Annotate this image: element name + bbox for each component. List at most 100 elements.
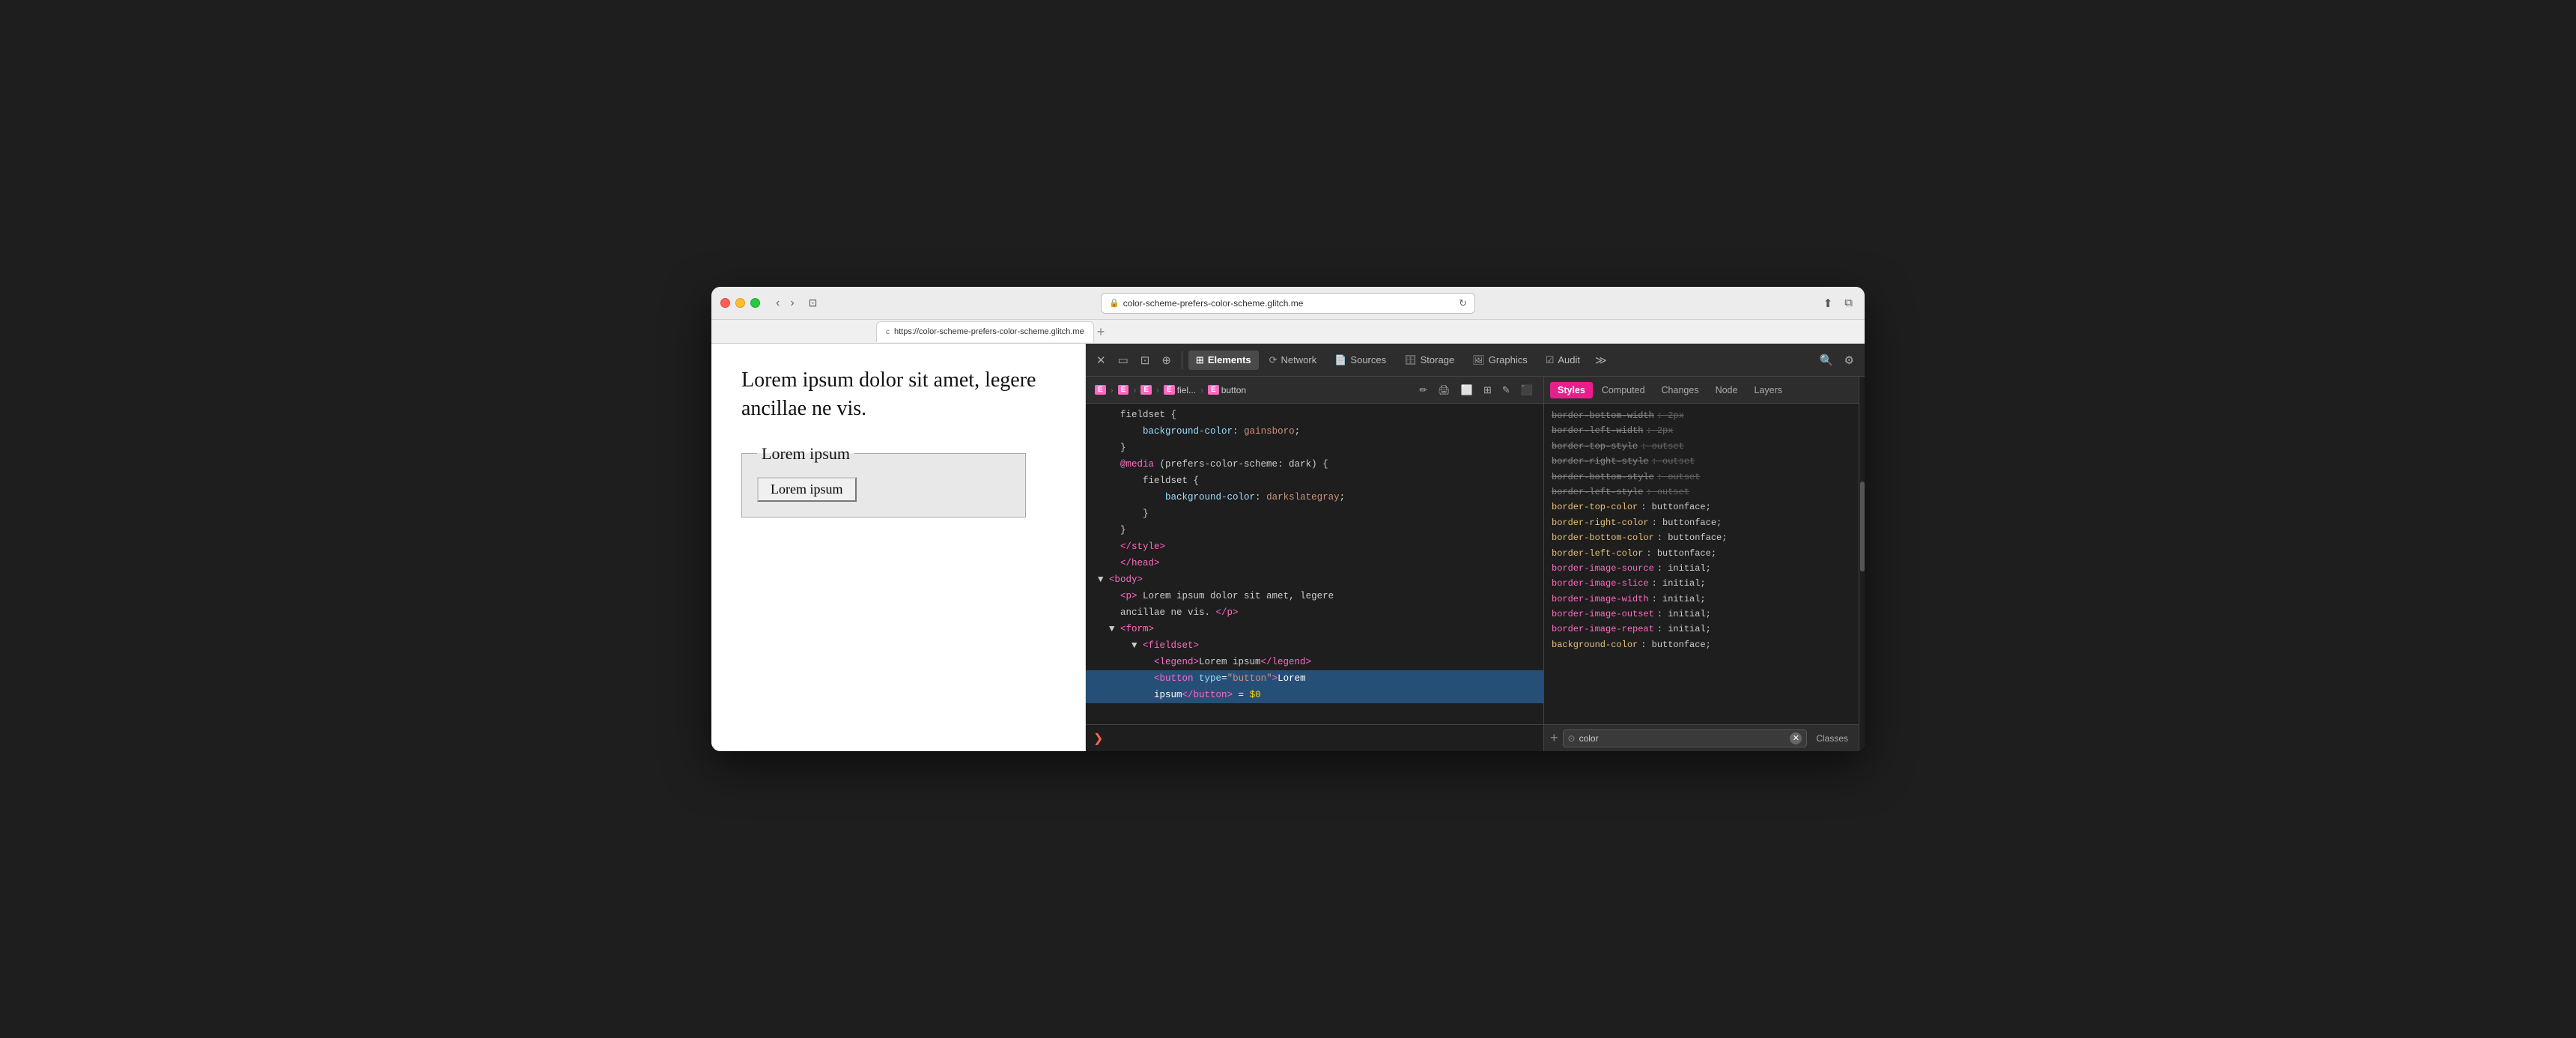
tree-line[interactable]: background-color: gainsboro;: [1086, 423, 1543, 440]
breadcrumb-square-icon[interactable]: ⬜: [1456, 381, 1477, 399]
tree-line[interactable]: }: [1086, 522, 1543, 538]
tab-changes[interactable]: Changes: [1654, 382, 1707, 398]
breadcrumb-sep-3: ›: [1156, 385, 1159, 395]
devtools-undock-button[interactable]: ⊡: [1136, 350, 1155, 370]
console-input[interactable]: [1111, 733, 1536, 744]
sidebar-toggle-button[interactable]: ⊡: [804, 295, 822, 311]
close-button[interactable]: [720, 298, 730, 308]
back-button[interactable]: ‹: [772, 295, 783, 312]
tab-elements[interactable]: ⊞ Elements: [1188, 350, 1259, 370]
tree-line[interactable]: </head>: [1086, 555, 1543, 571]
scrollbar-thumb[interactable]: [1860, 482, 1865, 571]
breadcrumb-grid-icon[interactable]: ⊞: [1479, 381, 1496, 399]
tree-line[interactable]: ancillae ne vis. </p>: [1086, 604, 1543, 621]
tree-line[interactable]: fieldset {: [1086, 407, 1543, 423]
prop-val-border-right-color: : buttonface;: [1652, 515, 1722, 530]
prop-val-border-bottom-color: : buttonface;: [1657, 530, 1728, 545]
prop-val-background-color: : buttonface;: [1641, 637, 1711, 652]
minimize-button[interactable]: [735, 298, 745, 308]
tab-audit[interactable]: ☑ Audit: [1538, 350, 1588, 370]
style-prop: border-image-repeat : initial;: [1552, 622, 1851, 637]
tree-line[interactable]: fieldset {: [1086, 473, 1543, 489]
filter-search-icon: ⊙: [1568, 733, 1576, 744]
breadcrumb-inspect-icon[interactable]: 🖨: [1433, 381, 1455, 399]
scrollbar[interactable]: [1859, 377, 1865, 751]
tab-computed[interactable]: Computed: [1594, 382, 1653, 398]
tree-line[interactable]: @media (prefers-color-scheme: dark) {: [1086, 456, 1543, 473]
tree-line-selected-2[interactable]: ipsum</button> = $0: [1086, 687, 1543, 703]
prop-name-border-right-color: border-right-color: [1552, 515, 1649, 530]
breadcrumb-item-5[interactable]: E button: [1205, 383, 1249, 397]
devtools-search-button[interactable]: 🔍: [1815, 350, 1838, 370]
prop-name-border-bottom-style: border-bottom-style: [1552, 470, 1654, 485]
tree-line[interactable]: background-color: darkslategray;: [1086, 489, 1543, 506]
prop-name-border-left-width: border-left-width: [1552, 423, 1643, 438]
filter-clear-button[interactable]: ✕: [1790, 732, 1802, 744]
fieldset-demo: Lorem ipsum Lorem ipsum: [741, 444, 1026, 518]
tab-storage[interactable]: 🗄 Storage: [1397, 350, 1462, 370]
tree-line[interactable]: <legend>Lorem ipsum</legend>: [1086, 654, 1543, 670]
tree-line[interactable]: }: [1086, 440, 1543, 456]
tab-layers[interactable]: Layers: [1746, 382, 1790, 398]
title-bar: ‹ › ⊡ 🔒 color-scheme-prefers-color-schem…: [711, 287, 1865, 320]
tree-line[interactable]: ▼ <form>: [1086, 621, 1543, 637]
browser-tab[interactable]: c https://color-scheme-prefers-color-sch…: [876, 321, 1094, 342]
breadcrumb-tag-1: E: [1095, 385, 1106, 395]
breadcrumb-close-red-icon[interactable]: ⬛: [1516, 381, 1537, 399]
new-window-button[interactable]: ⧉: [1841, 295, 1856, 311]
more-tabs-button[interactable]: ≫: [1591, 350, 1611, 370]
demo-button[interactable]: Lorem ipsum: [757, 477, 857, 502]
style-prop: border-bottom-style : outset: [1552, 470, 1851, 485]
reload-button[interactable]: ↻: [1459, 297, 1467, 309]
share-button[interactable]: ⬆: [1820, 295, 1836, 312]
breadcrumb-item-1[interactable]: E: [1092, 383, 1109, 396]
page-content: Lorem ipsum dolor sit amet, legere ancil…: [711, 344, 1086, 751]
tree-line[interactable]: }: [1086, 506, 1543, 522]
console-arrow-icon: ❯: [1093, 731, 1103, 746]
address-bar[interactable]: 🔒 color-scheme-prefers-color-scheme.glit…: [1101, 293, 1475, 314]
tab-graphics[interactable]: 🖼 Graphics: [1465, 350, 1535, 370]
tree-line[interactable]: ▼ <fieldset>: [1086, 637, 1543, 654]
storage-tab-icon: 🗄: [1404, 354, 1417, 366]
tree-line[interactable]: <p> Lorem ipsum dolor sit amet, legere: [1086, 588, 1543, 604]
elements-tree[interactable]: fieldset { background-color: gainsboro; …: [1086, 404, 1543, 724]
maximize-button[interactable]: [750, 298, 760, 308]
devtools-settings-button[interactable]: ⚙: [1840, 350, 1859, 370]
tree-line[interactable]: </style>: [1086, 538, 1543, 555]
devtools-target-button[interactable]: ⊕: [1157, 350, 1176, 370]
breadcrumb-pencil-icon[interactable]: ✏: [1415, 381, 1432, 399]
breadcrumb-edit-icon[interactable]: ✎: [1498, 381, 1515, 399]
classes-button[interactable]: Classes: [1811, 732, 1853, 745]
breadcrumb-sep-4: ›: [1200, 385, 1203, 395]
breadcrumb-item-2[interactable]: E: [1115, 383, 1132, 396]
devtools-body: E › E › E › E fiel...: [1086, 377, 1865, 751]
breadcrumb-tag-3: E: [1140, 385, 1152, 395]
breadcrumb-item-4[interactable]: E fiel...: [1161, 383, 1199, 397]
prop-val-border-top-color: : buttonface;: [1641, 500, 1711, 515]
style-prop: background-color : buttonface;: [1552, 637, 1851, 652]
prop-val-border-image-repeat: : initial;: [1657, 622, 1711, 637]
tree-line-selected[interactable]: <button type="button">Lorem: [1086, 670, 1543, 687]
styles-panel: Styles Computed Changes Node Layers bord…: [1544, 377, 1859, 751]
graphics-tab-icon: 🖼: [1472, 354, 1485, 366]
filter-add-button[interactable]: +: [1550, 730, 1558, 746]
tab-styles[interactable]: Styles: [1550, 382, 1593, 398]
tab-sources[interactable]: 📄 Sources: [1327, 350, 1394, 370]
lock-icon: 🔒: [1109, 298, 1120, 308]
prop-val-border-right-style: : outset: [1652, 454, 1695, 469]
breadcrumb-tag-2: E: [1118, 385, 1129, 395]
prop-val-border-image-width: : initial;: [1652, 592, 1706, 607]
tab-node[interactable]: Node: [1708, 382, 1746, 398]
filter-input[interactable]: [1579, 733, 1787, 744]
forward-button[interactable]: ›: [786, 295, 798, 312]
new-tab-button[interactable]: +: [1097, 325, 1105, 339]
prop-name-border-image-source: border-image-source: [1552, 561, 1654, 576]
prop-name-border-image-slice: border-image-slice: [1552, 576, 1649, 591]
devtools-close-button[interactable]: ✕: [1092, 350, 1111, 370]
tree-line[interactable]: ▼ <body>: [1086, 571, 1543, 588]
prop-name-border-top-style: border-top-style: [1552, 439, 1638, 454]
devtools-dock-button[interactable]: ▭: [1114, 350, 1133, 370]
style-prop: border-image-source : initial;: [1552, 561, 1851, 576]
tab-network[interactable]: ⟳ Network: [1262, 350, 1325, 370]
breadcrumb-item-3[interactable]: E: [1137, 383, 1155, 396]
